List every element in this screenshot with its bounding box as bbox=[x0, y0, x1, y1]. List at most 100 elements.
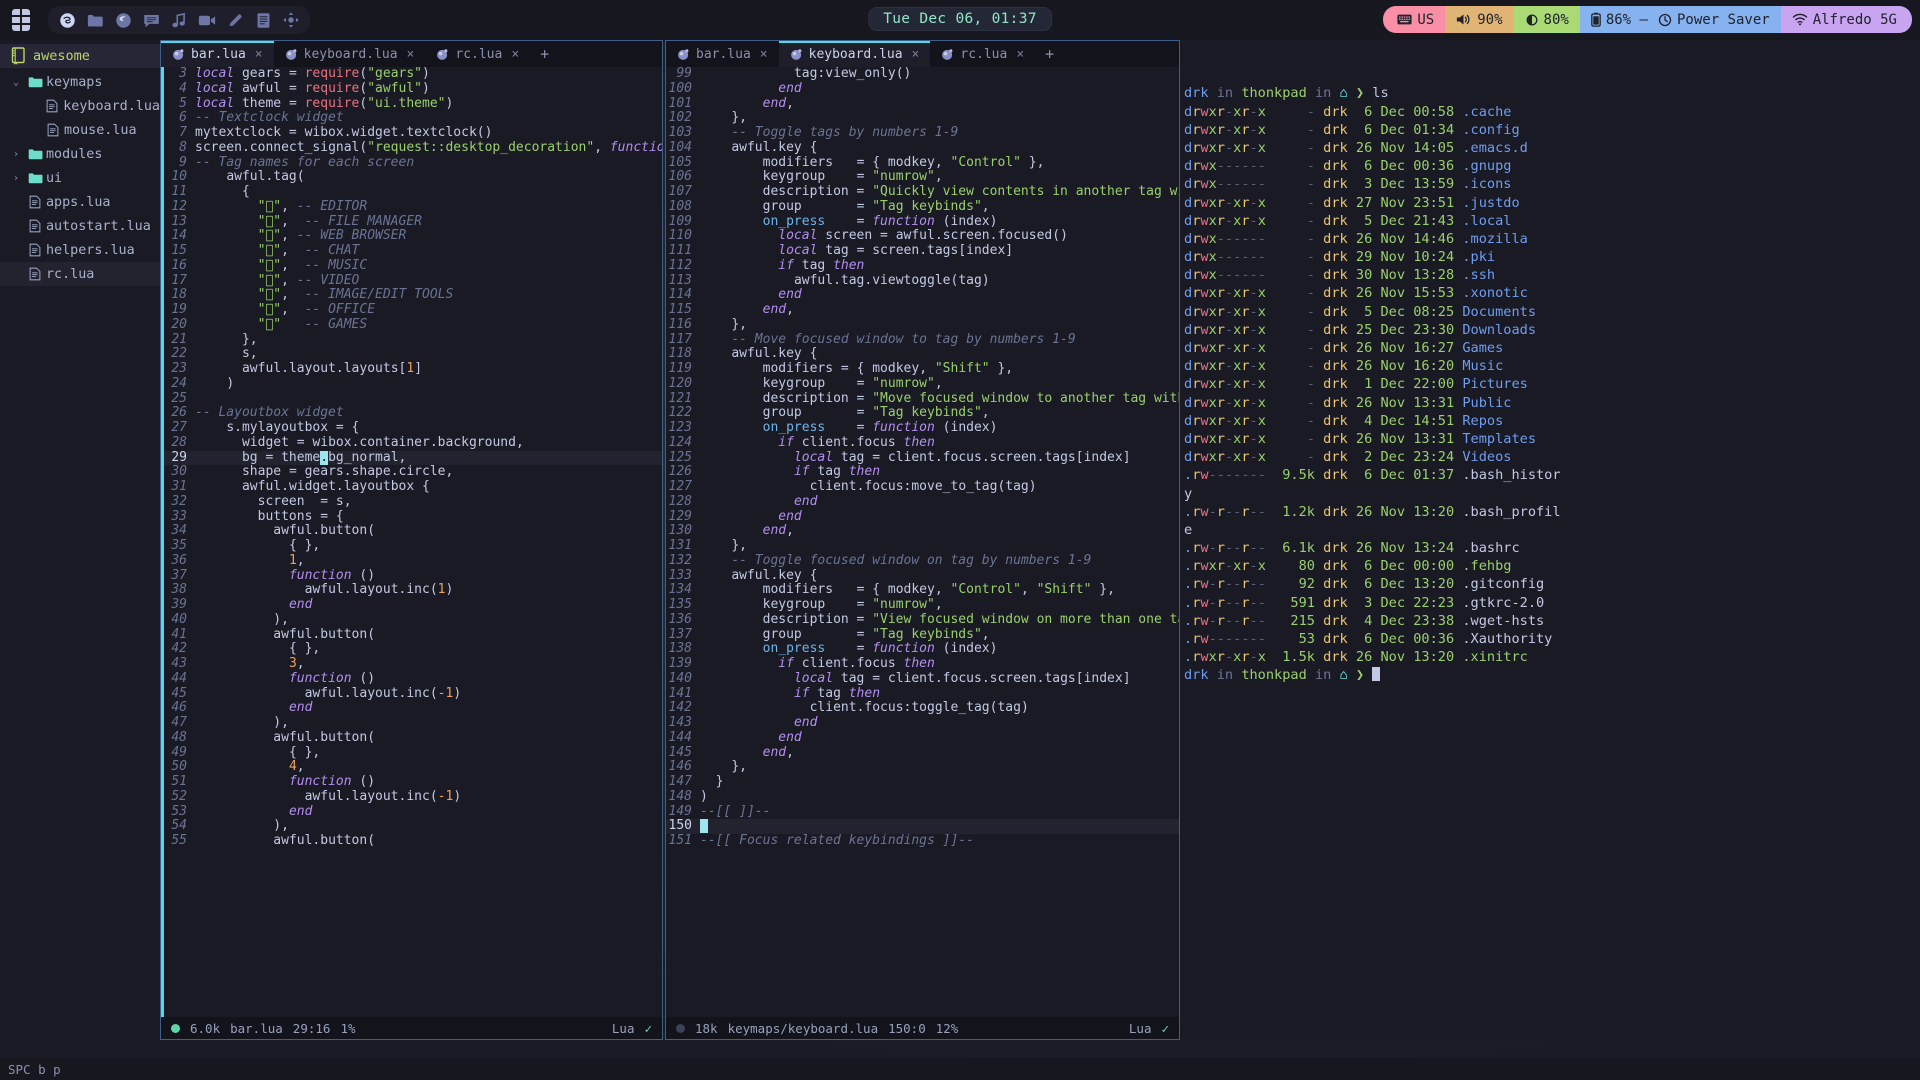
line-text: }, bbox=[731, 539, 747, 553]
editor-right-lines: 99 tag:view_only() 100 end 101 end, 102 }, 1… bbox=[666, 67, 1179, 849]
line-number: 10 bbox=[171, 169, 187, 185]
clock-widget[interactable]: Tue Dec 06, 01:37 bbox=[868, 7, 1052, 31]
file-tree-item-label: ui bbox=[46, 170, 63, 186]
line-text: -- Move focused window to tag by numbers… bbox=[731, 332, 1076, 347]
line-text: local tag = screen.tags[index] bbox=[778, 244, 1014, 258]
line-text: screen.connect_signal("request::desktop_… bbox=[195, 140, 662, 155]
code-line: 140 local tag = client.focus.screen.tags… bbox=[666, 671, 1179, 687]
line-text: ), bbox=[273, 819, 289, 834]
code-line: 141 if tag then bbox=[666, 686, 1179, 702]
terminal-listing-row: .rw------- 9.5k drk 6 Dec 01:37 .bash_hi… bbox=[1184, 467, 1561, 484]
tab-rc-lua[interactable]: rc.lua × bbox=[425, 41, 530, 67]
code-line: 111 local tag = screen.tags[index] bbox=[666, 243, 1179, 259]
emacs-icon[interactable] bbox=[54, 7, 80, 33]
file-tree-root[interactable]: awesome bbox=[0, 44, 160, 68]
tab-bar-lua[interactable]: bar.lua × bbox=[161, 41, 274, 67]
tray-power-profile[interactable]: Power Saver bbox=[1653, 6, 1781, 33]
code-line: 104 awful.key { bbox=[666, 140, 1179, 156]
editor-right-code-area[interactable]: 99 tag:view_only() 100 end 101 end, 102 }, 1… bbox=[666, 67, 1179, 1017]
tab-rc-lua[interactable]: rc.lua × bbox=[930, 41, 1035, 67]
tab-close-icon[interactable]: × bbox=[511, 47, 519, 62]
line-text: --[[ ]]-- bbox=[700, 804, 771, 819]
keyboard-icon bbox=[1397, 14, 1412, 25]
editor-right-statusline: 18k keymaps/keyboard.lua 150:0 12% Lua ✓ bbox=[666, 1017, 1179, 1039]
music-icon[interactable] bbox=[166, 7, 192, 33]
editor-left-code-area[interactable]: 3 local gears = require("gears") 4 local aw… bbox=[161, 67, 662, 1017]
tab-label: rc.lua bbox=[455, 46, 503, 62]
terminal-listing-row: drwxr-xr-x - drk 26 Nov 14:05 .emacs.d bbox=[1184, 139, 1528, 156]
editor-left-filename: bar.lua bbox=[230, 1020, 283, 1036]
line-text: bg = theme.bg_normal, bbox=[241, 450, 407, 465]
line-text: awful.layout.inc(1) bbox=[304, 583, 454, 598]
file-tree-item-label: rc.lua bbox=[46, 266, 95, 282]
tab-bar-lua[interactable]: bar.lua × bbox=[666, 41, 779, 67]
code-line: 39 end bbox=[161, 597, 662, 613]
firefox-icon[interactable] bbox=[110, 7, 136, 33]
line-number: 30 bbox=[171, 464, 187, 480]
file-tree-item-apps-lua[interactable]: apps.lua bbox=[0, 190, 160, 214]
tray-volume[interactable]: 90% bbox=[1445, 6, 1514, 33]
terminal-prompt-line-bottom: drk in thonkpad in ⌂ ❯ bbox=[1184, 666, 1914, 684]
speaker-icon bbox=[1457, 14, 1470, 25]
terminal-listing-row: drwx------ - drk 30 Nov 13:28 .ssh bbox=[1184, 267, 1496, 284]
file-tree-item-keymaps[interactable]: ⌄ keymaps bbox=[0, 70, 160, 94]
terminal-listing-row: drwxr-xr-x - drk 26 Nov 16:27 Games bbox=[1184, 340, 1504, 357]
file-tree-item-autostart-lua[interactable]: autostart.lua bbox=[0, 214, 160, 238]
tray-battery-label: 86% – bbox=[1605, 11, 1648, 28]
file-tree-item-helpers-lua[interactable]: helpers.lua bbox=[0, 238, 160, 262]
tray-brightness[interactable]: 80% bbox=[1513, 6, 1580, 33]
chevron-right-icon[interactable]: › bbox=[8, 149, 24, 160]
tray-wifi[interactable]: Alfredo 5G bbox=[1780, 6, 1912, 33]
line-text: on_press = function (index) bbox=[762, 642, 998, 657]
tab-keyboard-lua[interactable]: keyboard.lua × bbox=[274, 41, 426, 67]
tray-keyboard-layout[interactable]: US bbox=[1383, 6, 1446, 33]
edit-pencil-icon[interactable] bbox=[222, 7, 248, 33]
code-line: 33 buttons = { bbox=[161, 509, 662, 525]
brightness-icon bbox=[1526, 14, 1537, 25]
editor-left-size: 6.0k bbox=[190, 1020, 221, 1036]
new-tab-button[interactable]: + bbox=[530, 41, 559, 67]
tab-keyboard-lua[interactable]: keyboard.lua × bbox=[778, 41, 931, 67]
terminal-window[interactable]: drk in thonkpad in ⌂ ❯ ls drwxr-xr-x - dr… bbox=[1180, 40, 1920, 1040]
code-line: 54 ), bbox=[161, 818, 662, 834]
line-number: 113 bbox=[668, 272, 692, 288]
editor-left-percent: 1% bbox=[340, 1020, 356, 1036]
file-tree-item-ui[interactable]: › ui bbox=[0, 166, 160, 190]
games-icon[interactable] bbox=[278, 7, 304, 33]
neovim-tab-icon bbox=[437, 48, 448, 60]
chevron-right-icon[interactable]: › bbox=[8, 173, 24, 184]
office-icon[interactable] bbox=[250, 7, 276, 33]
line-text: if client.focus then bbox=[778, 435, 935, 450]
line-number: 130 bbox=[668, 523, 692, 539]
file-tree-item-mouse-lua[interactable]: mouse.lua bbox=[0, 118, 160, 142]
tab-close-icon[interactable]: × bbox=[255, 47, 263, 62]
clock-label: Tue Dec 06, 01:37 bbox=[868, 7, 1052, 31]
tab-close-icon[interactable]: × bbox=[760, 47, 768, 62]
line-text: function () bbox=[288, 671, 376, 686]
terminal-output: drk in thonkpad in ⌂ ❯ ls drwxr-xr-x - dr… bbox=[1184, 84, 1914, 684]
line-number: 146 bbox=[668, 759, 692, 775]
tab-close-icon[interactable]: × bbox=[1016, 47, 1024, 62]
chevron-down-icon[interactable]: ⌄ bbox=[8, 77, 24, 88]
line-number: 47 bbox=[171, 715, 187, 730]
line-number: 12 bbox=[171, 198, 187, 214]
app-launcher-button[interactable] bbox=[0, 0, 44, 40]
code-line: 137 group = "Tag keybinds", bbox=[666, 627, 1179, 643]
line-text: local tag = client.focus.screen.tags[ind… bbox=[793, 671, 1131, 686]
file-tree-item-modules[interactable]: › modules bbox=[0, 142, 160, 166]
tray-brightness-label: 80% bbox=[1543, 11, 1569, 28]
tab-close-icon[interactable]: × bbox=[912, 47, 920, 62]
file-tree-item-keyboard-lua[interactable]: keyboard.lua bbox=[0, 94, 160, 118]
line-text bbox=[195, 392, 662, 407]
code-line: 121 description = "Move focused window t… bbox=[666, 391, 1179, 407]
new-tab-button[interactable]: + bbox=[1035, 41, 1064, 67]
file-manager-icon[interactable] bbox=[82, 7, 108, 33]
tab-close-icon[interactable]: × bbox=[407, 47, 415, 62]
tray-battery[interactable]: 86% – bbox=[1579, 6, 1654, 33]
line-text: mytextclock = wibox.widget.textclock() bbox=[195, 126, 493, 140]
file-tree-item-rc-lua[interactable]: rc.lua bbox=[0, 262, 160, 286]
code-line: 122 group = "Tag keybinds", bbox=[666, 405, 1179, 421]
video-icon[interactable] bbox=[194, 7, 220, 33]
chat-icon[interactable] bbox=[138, 7, 164, 33]
top-panel: Tue Dec 06, 01:37 US 90% 80% 86% – Power… bbox=[0, 0, 1920, 40]
